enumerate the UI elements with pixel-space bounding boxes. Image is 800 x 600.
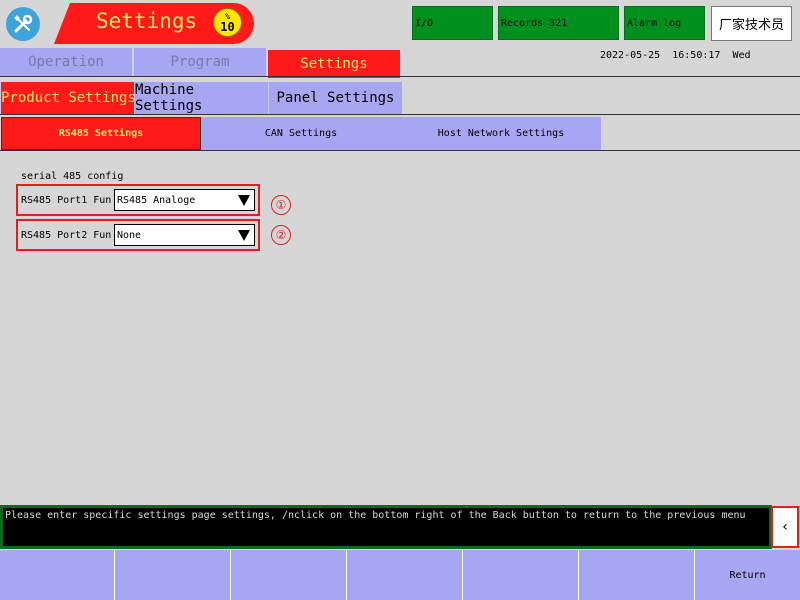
port2-label: RS485 Port2 Fun <box>21 229 112 241</box>
tab-product-settings[interactable]: Product Settings <box>0 82 134 114</box>
bottom-bar: Return <box>0 550 800 600</box>
marker-1: ① <box>271 195 291 215</box>
dropdown-arrow-icon[interactable] <box>238 195 250 206</box>
tab-host-network-settings[interactable]: Host Network Settings <box>401 117 601 150</box>
port2-value: None <box>117 229 142 241</box>
tab-program[interactable]: Program <box>134 48 267 76</box>
bottom-button-5[interactable] <box>463 550 579 600</box>
page-title: Settings <box>96 9 198 33</box>
bottom-button-4[interactable] <box>347 550 463 600</box>
port2-select[interactable]: None <box>114 224 255 246</box>
datetime: 2022-05-25 16:50:17 Wed <box>600 50 751 61</box>
return-button[interactable]: Return <box>695 550 800 600</box>
message-bar: Please enter specific settings page sett… <box>0 505 772 549</box>
wrench-screwdriver-icon[interactable] <box>6 7 40 41</box>
records-button[interactable]: Records 321 <box>498 6 619 40</box>
dropdown-arrow-icon[interactable] <box>238 230 250 241</box>
tab-machine-settings[interactable]: Machine Settings <box>134 82 268 114</box>
bottom-button-2[interactable] <box>115 550 231 600</box>
tab-operation[interactable]: Operation <box>0 48 133 76</box>
port1-value: RS485 Analoge <box>117 194 196 206</box>
section-label: serial 485 config <box>21 171 124 182</box>
back-button[interactable]: ‹ <box>771 506 799 548</box>
io-button[interactable]: I/O <box>412 6 493 40</box>
speed-badge[interactable]: % 10 <box>213 8 242 37</box>
tab-rs485-settings[interactable]: RS485 Settings <box>1 117 201 150</box>
marker-2: ② <box>271 225 291 245</box>
bottom-button-6[interactable] <box>579 550 695 600</box>
divider <box>0 114 800 115</box>
divider <box>0 150 800 151</box>
bottom-button-1[interactable] <box>0 550 115 600</box>
tab-panel-settings[interactable]: Panel Settings <box>268 82 402 114</box>
tab-can-settings[interactable]: CAN Settings <box>201 117 401 150</box>
speed-value: 10 <box>220 19 235 34</box>
port1-label: RS485 Port1 Fun <box>21 194 112 206</box>
bottom-button-3[interactable] <box>231 550 347 600</box>
divider <box>0 76 800 77</box>
port2-row: RS485 Port2 Fun None <box>16 219 260 251</box>
port1-row: RS485 Port1 Fun RS485 Analoge <box>16 184 260 216</box>
user-button[interactable]: 厂家技术员 <box>711 6 792 41</box>
tab-settings[interactable]: Settings <box>268 50 401 78</box>
alarm-log-button[interactable]: Alarm log <box>624 6 705 40</box>
port1-select[interactable]: RS485 Analoge <box>114 189 255 211</box>
